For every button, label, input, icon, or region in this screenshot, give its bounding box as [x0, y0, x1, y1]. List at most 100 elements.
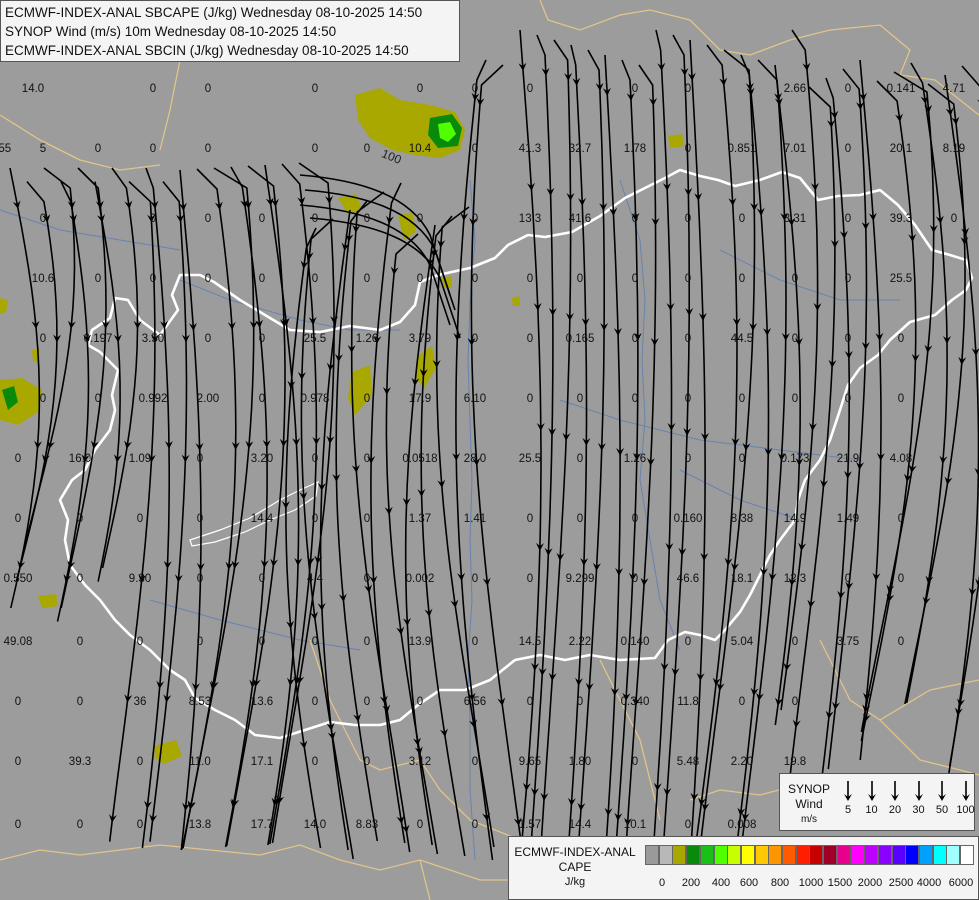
cape-color-swatch [919, 845, 933, 865]
cin-value: 4.71 [943, 83, 965, 95]
cin-value: 0 [898, 513, 904, 525]
cin-value: 20.1 [890, 143, 912, 155]
cin-value: 0 [792, 636, 798, 648]
cin-value: 0 [632, 213, 638, 225]
cin-value: 0 [739, 453, 745, 465]
cape-color-swatch [795, 845, 810, 865]
cape-legend-label: 1000 [798, 877, 824, 889]
cin-value: 0 [137, 636, 143, 648]
cin-value: 8.19 [943, 143, 965, 155]
cin-value: 25.5 [890, 273, 912, 285]
cin-value: 14.0 [304, 819, 326, 831]
cin-value: 13.8 [189, 819, 211, 831]
cin-value: 0 [312, 696, 318, 708]
cin-value: 0.340 [621, 696, 650, 708]
wind-arrow-icon [867, 781, 876, 801]
cin-value: 0 [259, 333, 265, 345]
cin-value: 6.56 [464, 696, 486, 708]
cin-value: 0 [685, 453, 691, 465]
cin-value: 44.5 [731, 333, 753, 345]
cin-value: 0 [685, 273, 691, 285]
cape-color-swatch [768, 845, 783, 865]
cin-value: 8.38 [731, 513, 753, 525]
cin-value: 0 [685, 83, 691, 95]
cin-value: 41.6 [569, 213, 591, 225]
cin-value: 0.141 [887, 83, 916, 95]
cape-legend-label: 6000 [948, 877, 974, 889]
cin-value: 1.37 [409, 513, 431, 525]
cin-value: 0 [527, 273, 533, 285]
cin-value: 0 [77, 819, 83, 831]
cin-value: 0 [205, 83, 211, 95]
cin-value: 14.5 [519, 636, 541, 648]
cape-color-swatch [946, 845, 961, 865]
cin-value: 0.978 [301, 393, 330, 405]
cin-value: 0 [577, 393, 583, 405]
cin-value: 3.50 [142, 333, 164, 345]
cin-value: 4.4 [307, 573, 324, 585]
cin-value: 0 [312, 273, 318, 285]
cin-value: 0 [259, 573, 265, 585]
map-title-box: ECMWF-INDEX-ANAL SBCAPE (J/kg) Wednesday… [0, 0, 460, 62]
wind-arrow-icon [938, 781, 946, 801]
cin-value: 0 [312, 143, 318, 155]
cin-value: 0 [205, 333, 211, 345]
wind-arrow-icon [844, 781, 852, 801]
cape-legend-label: 200 [681, 877, 701, 889]
cin-value: 0 [951, 213, 957, 225]
cin-value: 0 [417, 213, 423, 225]
cin-value: 32.7 [569, 143, 591, 155]
cin-value: 0 [40, 213, 46, 225]
wind-legend-item: 50 [930, 780, 954, 816]
cape-legend-label: 1500 [827, 877, 853, 889]
cin-value: 0 [312, 83, 318, 95]
cin-value: 13.9 [409, 636, 431, 648]
cin-value: 0.140 [621, 636, 650, 648]
cape-color-swatch [905, 845, 920, 865]
cin-value: 0 [417, 696, 423, 708]
cin-value: 13.3 [519, 213, 541, 225]
cin-value: 13.6 [251, 696, 273, 708]
cape-color-swatch [658, 845, 673, 865]
cape-color-swatch [740, 845, 755, 865]
cin-value: 49.08 [4, 636, 33, 648]
cape-legend-label: 800 [770, 877, 790, 889]
wind-legend-title-2: Wind [795, 797, 823, 811]
cin-value: 1.09 [129, 453, 151, 465]
cin-value: 5 [40, 143, 46, 155]
cin-value: 14.4 [251, 513, 274, 525]
cape-color-swatch [877, 845, 892, 865]
cape-color-swatch [932, 845, 947, 865]
cin-value: 0 [632, 83, 638, 95]
cin-value: 7.01 [784, 143, 806, 155]
cin-value: 0 [364, 393, 370, 405]
cin-value: 0 [472, 143, 478, 155]
cin-value: 0 [632, 393, 638, 405]
cin-value: 0.992 [139, 393, 168, 405]
cin-value: 0 [632, 756, 638, 768]
cin-value: 0 [792, 393, 798, 405]
cin-value: 0 [259, 273, 265, 285]
cin-value: 21.9 [837, 453, 859, 465]
cin-value: 1.41 [464, 513, 486, 525]
cape-legend-title-2: CAPE [558, 860, 592, 874]
cin-value: 0.002 [406, 573, 435, 585]
cin-value: 19.8 [784, 756, 806, 768]
cin-value: 17.9 [409, 393, 431, 405]
cape-color-swatch [836, 845, 851, 865]
cin-value: 0 [312, 513, 318, 525]
cin-value: 36 [134, 696, 147, 708]
cin-value: 0 [527, 83, 533, 95]
cape-color-swatch [823, 845, 838, 865]
cin-value: 0 [364, 756, 370, 768]
cin-value: 0 [739, 393, 745, 405]
cin-value: 9.299 [566, 573, 595, 585]
cin-value: 0 [150, 273, 156, 285]
cin-value: 0 [472, 213, 478, 225]
cape-legend-title: ECMWF-INDEX-ANAL CAPE J/kg [511, 845, 639, 890]
cin-value: 0 [898, 573, 904, 585]
cin-value: 0 [685, 143, 691, 155]
cin-value: 0 [685, 636, 691, 648]
cin-value: 0 [685, 393, 691, 405]
cin-value: 0 [898, 333, 904, 345]
